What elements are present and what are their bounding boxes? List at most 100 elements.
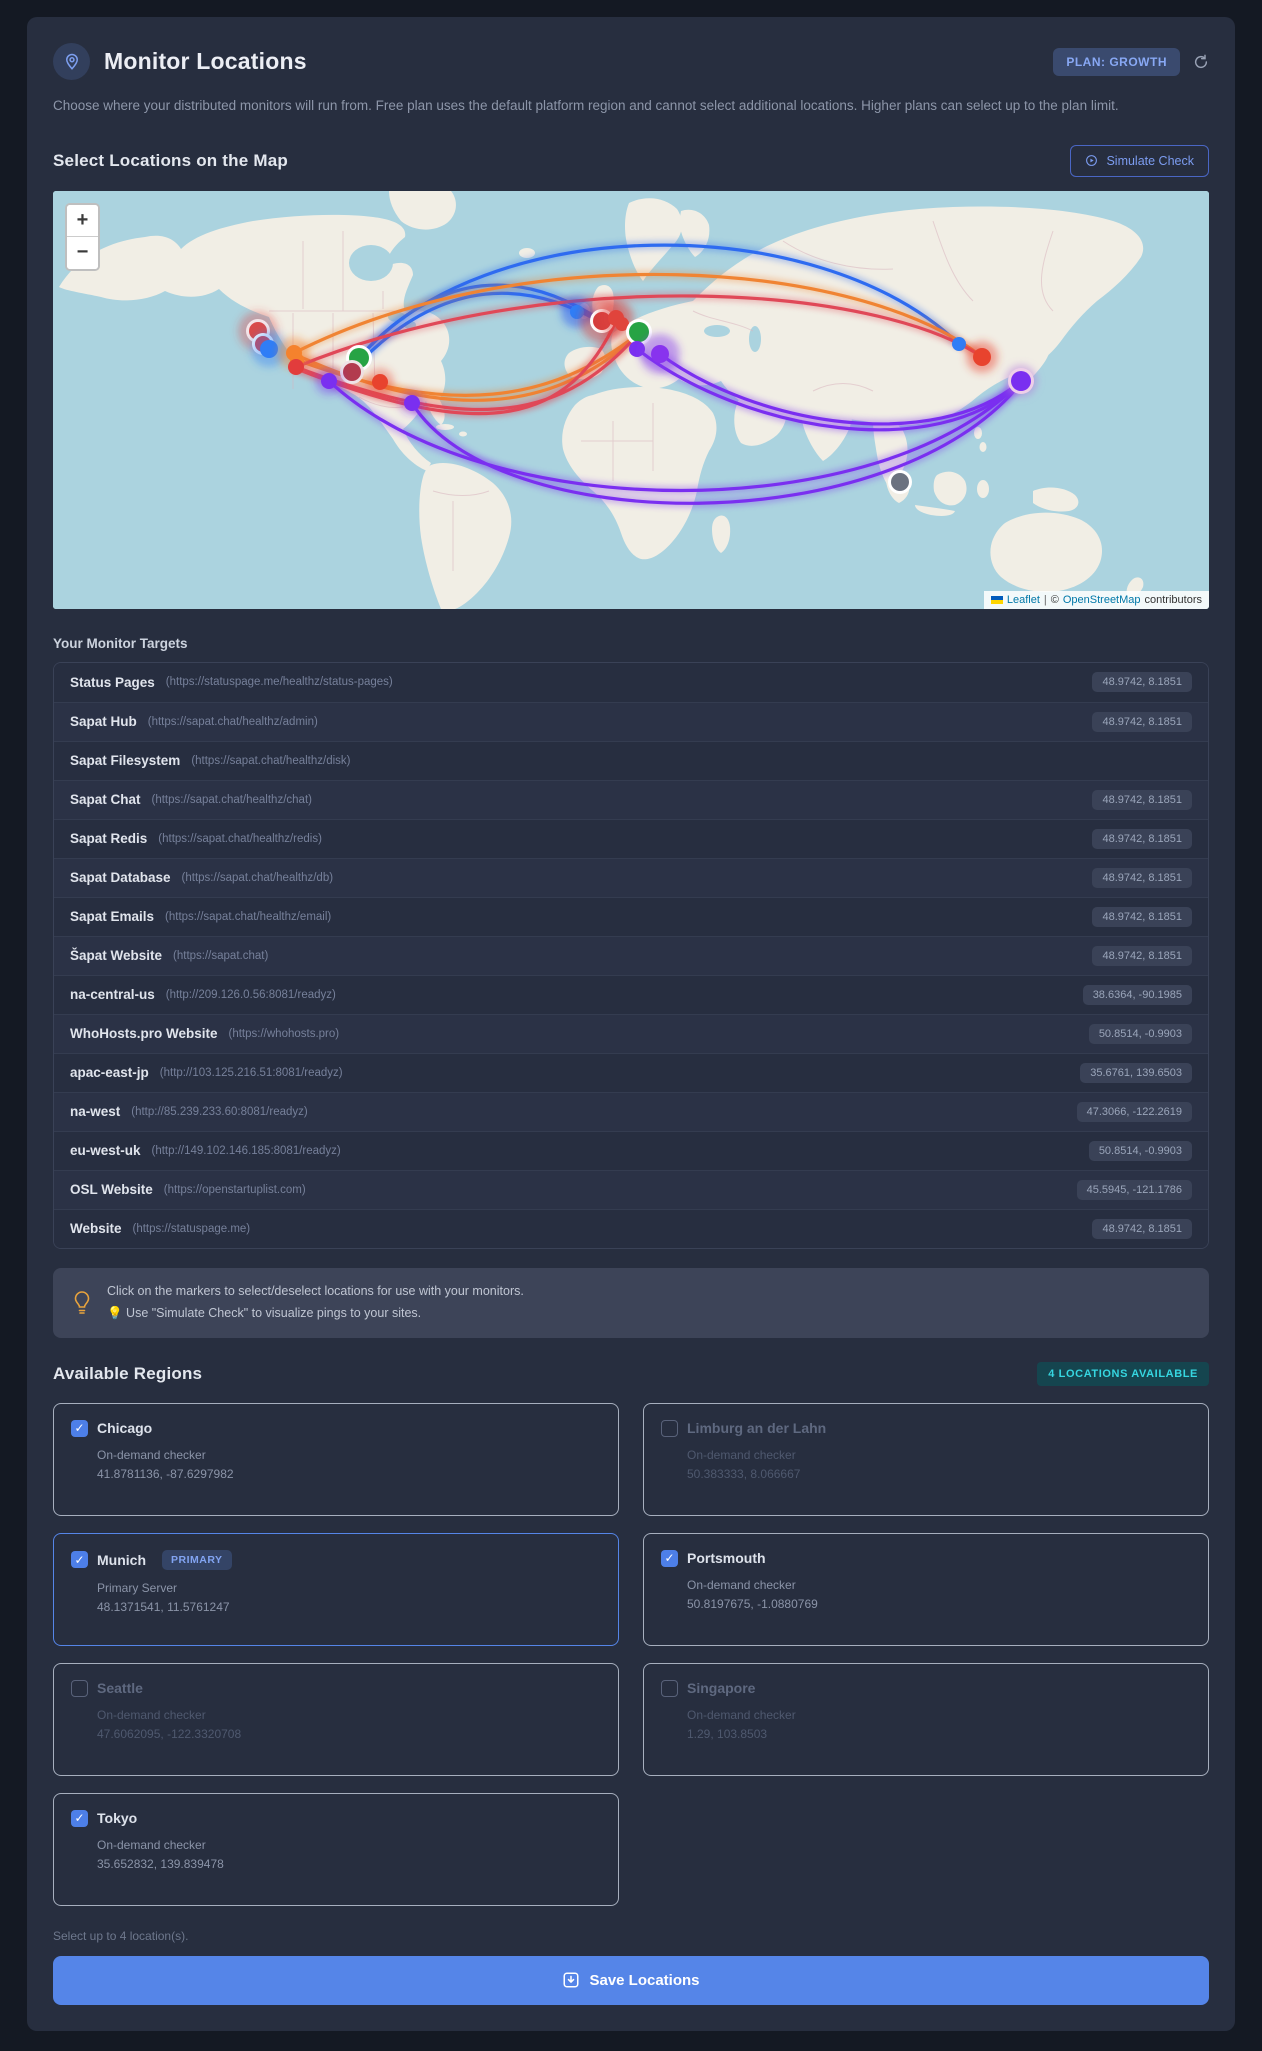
target-url: (http://85.239.233.60:8081/readyz)	[131, 1105, 308, 1118]
region-coords: 35.652832, 139.839478	[97, 1856, 224, 1871]
korea-red-marker[interactable]	[973, 347, 991, 366]
targets-list: Status Pages (https://statuspage.me/healt…	[53, 661, 1209, 1249]
region-name: Chicago	[97, 1420, 153, 1437]
na-west-marker[interactable]	[260, 339, 278, 358]
target-coords-chip: 48.9742, 8.1851	[1092, 1218, 1192, 1239]
target-url: (https://sapat.chat/healthz/chat)	[151, 793, 312, 806]
ne-asia-blue-marker[interactable]	[952, 336, 966, 351]
region-name: Singapore	[687, 1680, 756, 1697]
target-url: (https://sapat.chat/healthz/email)	[165, 910, 332, 923]
target-url: (http://209.126.0.56:8081/readyz)	[165, 988, 336, 1001]
us-purple-marker-2[interactable]	[404, 394, 420, 411]
osm-link[interactable]: OpenStreetMap	[1063, 594, 1141, 606]
region-card-singapore[interactable]: Singapore On-demand checker 1.29, 103.8503	[643, 1662, 1209, 1776]
region-name: Limburg an der Lahn	[687, 1420, 827, 1437]
target-name: na-west	[70, 1104, 121, 1120]
tokyo-marker[interactable]	[1011, 370, 1031, 391]
target-coords-chip: 48.9742, 8.1851	[1092, 711, 1192, 732]
target-name: apac-east-jp	[70, 1065, 149, 1081]
us-red-marker[interactable]	[288, 358, 304, 375]
lightbulb-icon	[74, 1291, 90, 1314]
target-coords-chip: 48.9742, 8.1851	[1092, 672, 1192, 693]
region-subtitle: On-demand checker	[687, 1577, 796, 1592]
map-attribution: Leaflet | © OpenStreetMap contributors	[983, 590, 1209, 609]
target-coords-chip: 48.9742, 8.1851	[1092, 828, 1192, 849]
leaflet-link[interactable]: Leaflet	[1007, 594, 1040, 606]
target-row: Sapat Chat (https://sapat.chat/healthz/ch…	[54, 779, 1208, 819]
save-locations-button[interactable]: Save Locations	[53, 1955, 1209, 2005]
target-row: eu-west-uk (http://149.102.146.185:8081/r…	[54, 1130, 1208, 1170]
target-row: OSL Website (https://openstartuplist.com)…	[54, 1169, 1208, 1209]
primary-badge: PRIMARY	[162, 1549, 232, 1570]
target-url: (https://sapat.chat/healthz/redis)	[158, 832, 322, 845]
monitor-locations-panel: Monitor Locations PLAN: GROWTH Choose wh…	[27, 17, 1235, 2031]
region-subtitle: On-demand checker	[97, 1837, 206, 1852]
tip-line-1: Click on the markers to select/deselect …	[107, 1283, 524, 1298]
region-checkbox[interactable]	[71, 1679, 88, 1697]
zoom-in-button[interactable]: +	[67, 204, 98, 237]
ukraine-flag-icon	[990, 595, 1003, 604]
map-zoom-control: + −	[65, 202, 100, 271]
target-url: (https://sapat.chat/healthz/disk)	[191, 754, 351, 767]
selection-hint: Select up to 4 location(s).	[53, 1928, 189, 1943]
region-card-limburg-an-der-lahn[interactable]: Limburg an der Lahn On-demand checker 50.3…	[643, 1402, 1209, 1516]
target-coords-chip: 48.9742, 8.1851	[1092, 945, 1192, 966]
simulate-check-button[interactable]: Simulate Check	[1070, 144, 1209, 177]
target-coords-chip: 48.9742, 8.1851	[1092, 906, 1192, 927]
target-row: Sapat Filesystem (https://sapat.chat/heal…	[54, 740, 1208, 780]
target-row: apac-east-jp (http://103.125.216.51:8081/…	[54, 1052, 1208, 1092]
na-central-marker[interactable]	[343, 362, 361, 381]
singapore-marker[interactable]	[891, 472, 909, 491]
location-pin-icon	[53, 43, 90, 80]
plan-badge: PLAN: GROWTH	[1053, 47, 1180, 76]
target-name: Sapat Emails	[70, 909, 155, 925]
target-coords-chip: 48.9742, 8.1851	[1092, 867, 1192, 888]
region-checkbox[interactable]: ✓	[71, 1551, 88, 1569]
region-subtitle: On-demand checker	[97, 1707, 206, 1722]
world-map[interactable]: + − Leaflet | © OpenStreetMap contributo…	[53, 190, 1209, 609]
region-checkbox[interactable]: ✓	[71, 1419, 88, 1437]
target-name: Website	[70, 1221, 122, 1237]
munich-marker[interactable]	[629, 321, 649, 342]
target-name: Sapat Chat	[70, 792, 141, 808]
region-checkbox[interactable]: ✓	[71, 1809, 88, 1827]
target-url: (https://statuspage.me/healthz/status-pa…	[165, 676, 393, 689]
region-card-seattle[interactable]: Seattle On-demand checker 47.6062095, -122…	[53, 1662, 619, 1776]
target-row: Šapat Website (https://sapat.chat) 48.9742…	[54, 935, 1208, 975]
panel-description: Choose where your distributed monitors w…	[53, 98, 1119, 113]
target-coords-chip: 50.8514, -0.9903	[1088, 1140, 1192, 1161]
target-coords-chip: 45.5945, -121.1786	[1076, 1179, 1192, 1200]
regions-grid: ✓ Chicago On-demand checker 41.8781136, -87…	[53, 1402, 1209, 1906]
panel-header: Monitor Locations PLAN: GROWTH	[53, 43, 1209, 80]
target-coords-chip: 50.8514, -0.9903	[1088, 1023, 1192, 1044]
us-southeast-red-marker[interactable]	[372, 373, 388, 390]
target-url: (http://103.125.216.51:8081/readyz)	[159, 1066, 343, 1079]
target-url: (https://sapat.chat/healthz/admin)	[147, 715, 318, 728]
tip-line-2: 💡 Use "Simulate Check" to visualize ping…	[107, 1305, 422, 1320]
targets-title: Your Monitor Targets	[53, 635, 188, 651]
region-card-chicago[interactable]: ✓ Chicago On-demand checker 41.8781136, -87…	[53, 1402, 619, 1516]
region-checkbox[interactable]	[661, 1679, 678, 1697]
target-name: Šapat Website	[70, 948, 163, 964]
target-row: Sapat Hub (https://sapat.chat/healthz/adm…	[54, 701, 1208, 741]
save-icon	[563, 1972, 579, 1988]
refresh-icon[interactable]	[1193, 54, 1209, 70]
target-row: Sapat Emails (https://sapat.chat/healthz/…	[54, 896, 1208, 936]
target-url: (https://statuspage.me)	[132, 1222, 251, 1235]
region-checkbox[interactable]	[661, 1419, 678, 1437]
target-row: Sapat Redis (https://sapat.chat/healthz/r…	[54, 818, 1208, 858]
target-name: Sapat Redis	[70, 831, 148, 847]
region-card-tokyo[interactable]: ✓ Tokyo On-demand checker 35.652832, 139.83…	[53, 1792, 619, 1906]
target-url: (http://149.102.146.185:8081/readyz)	[151, 1144, 341, 1157]
region-subtitle: On-demand checker	[687, 1707, 796, 1722]
target-row: WhoHosts.pro Website (https://whohosts.pr…	[54, 1013, 1208, 1053]
target-name: Sapat Database	[70, 870, 171, 886]
italy-purple-marker-2[interactable]	[651, 344, 669, 363]
target-coords-chip: 48.9742, 8.1851	[1092, 789, 1192, 810]
us-purple-marker-1[interactable]	[321, 372, 337, 389]
region-coords: 50.383333, 8.066667	[687, 1466, 801, 1481]
zoom-out-button[interactable]: −	[67, 236, 98, 269]
region-card-portsmouth[interactable]: ✓ Portsmouth On-demand checker 50.8197675, …	[643, 1532, 1209, 1646]
region-card-munich[interactable]: ✓ Munich PRIMARY Primary Server 48.1371541, …	[53, 1532, 619, 1646]
region-checkbox[interactable]: ✓	[661, 1549, 678, 1567]
